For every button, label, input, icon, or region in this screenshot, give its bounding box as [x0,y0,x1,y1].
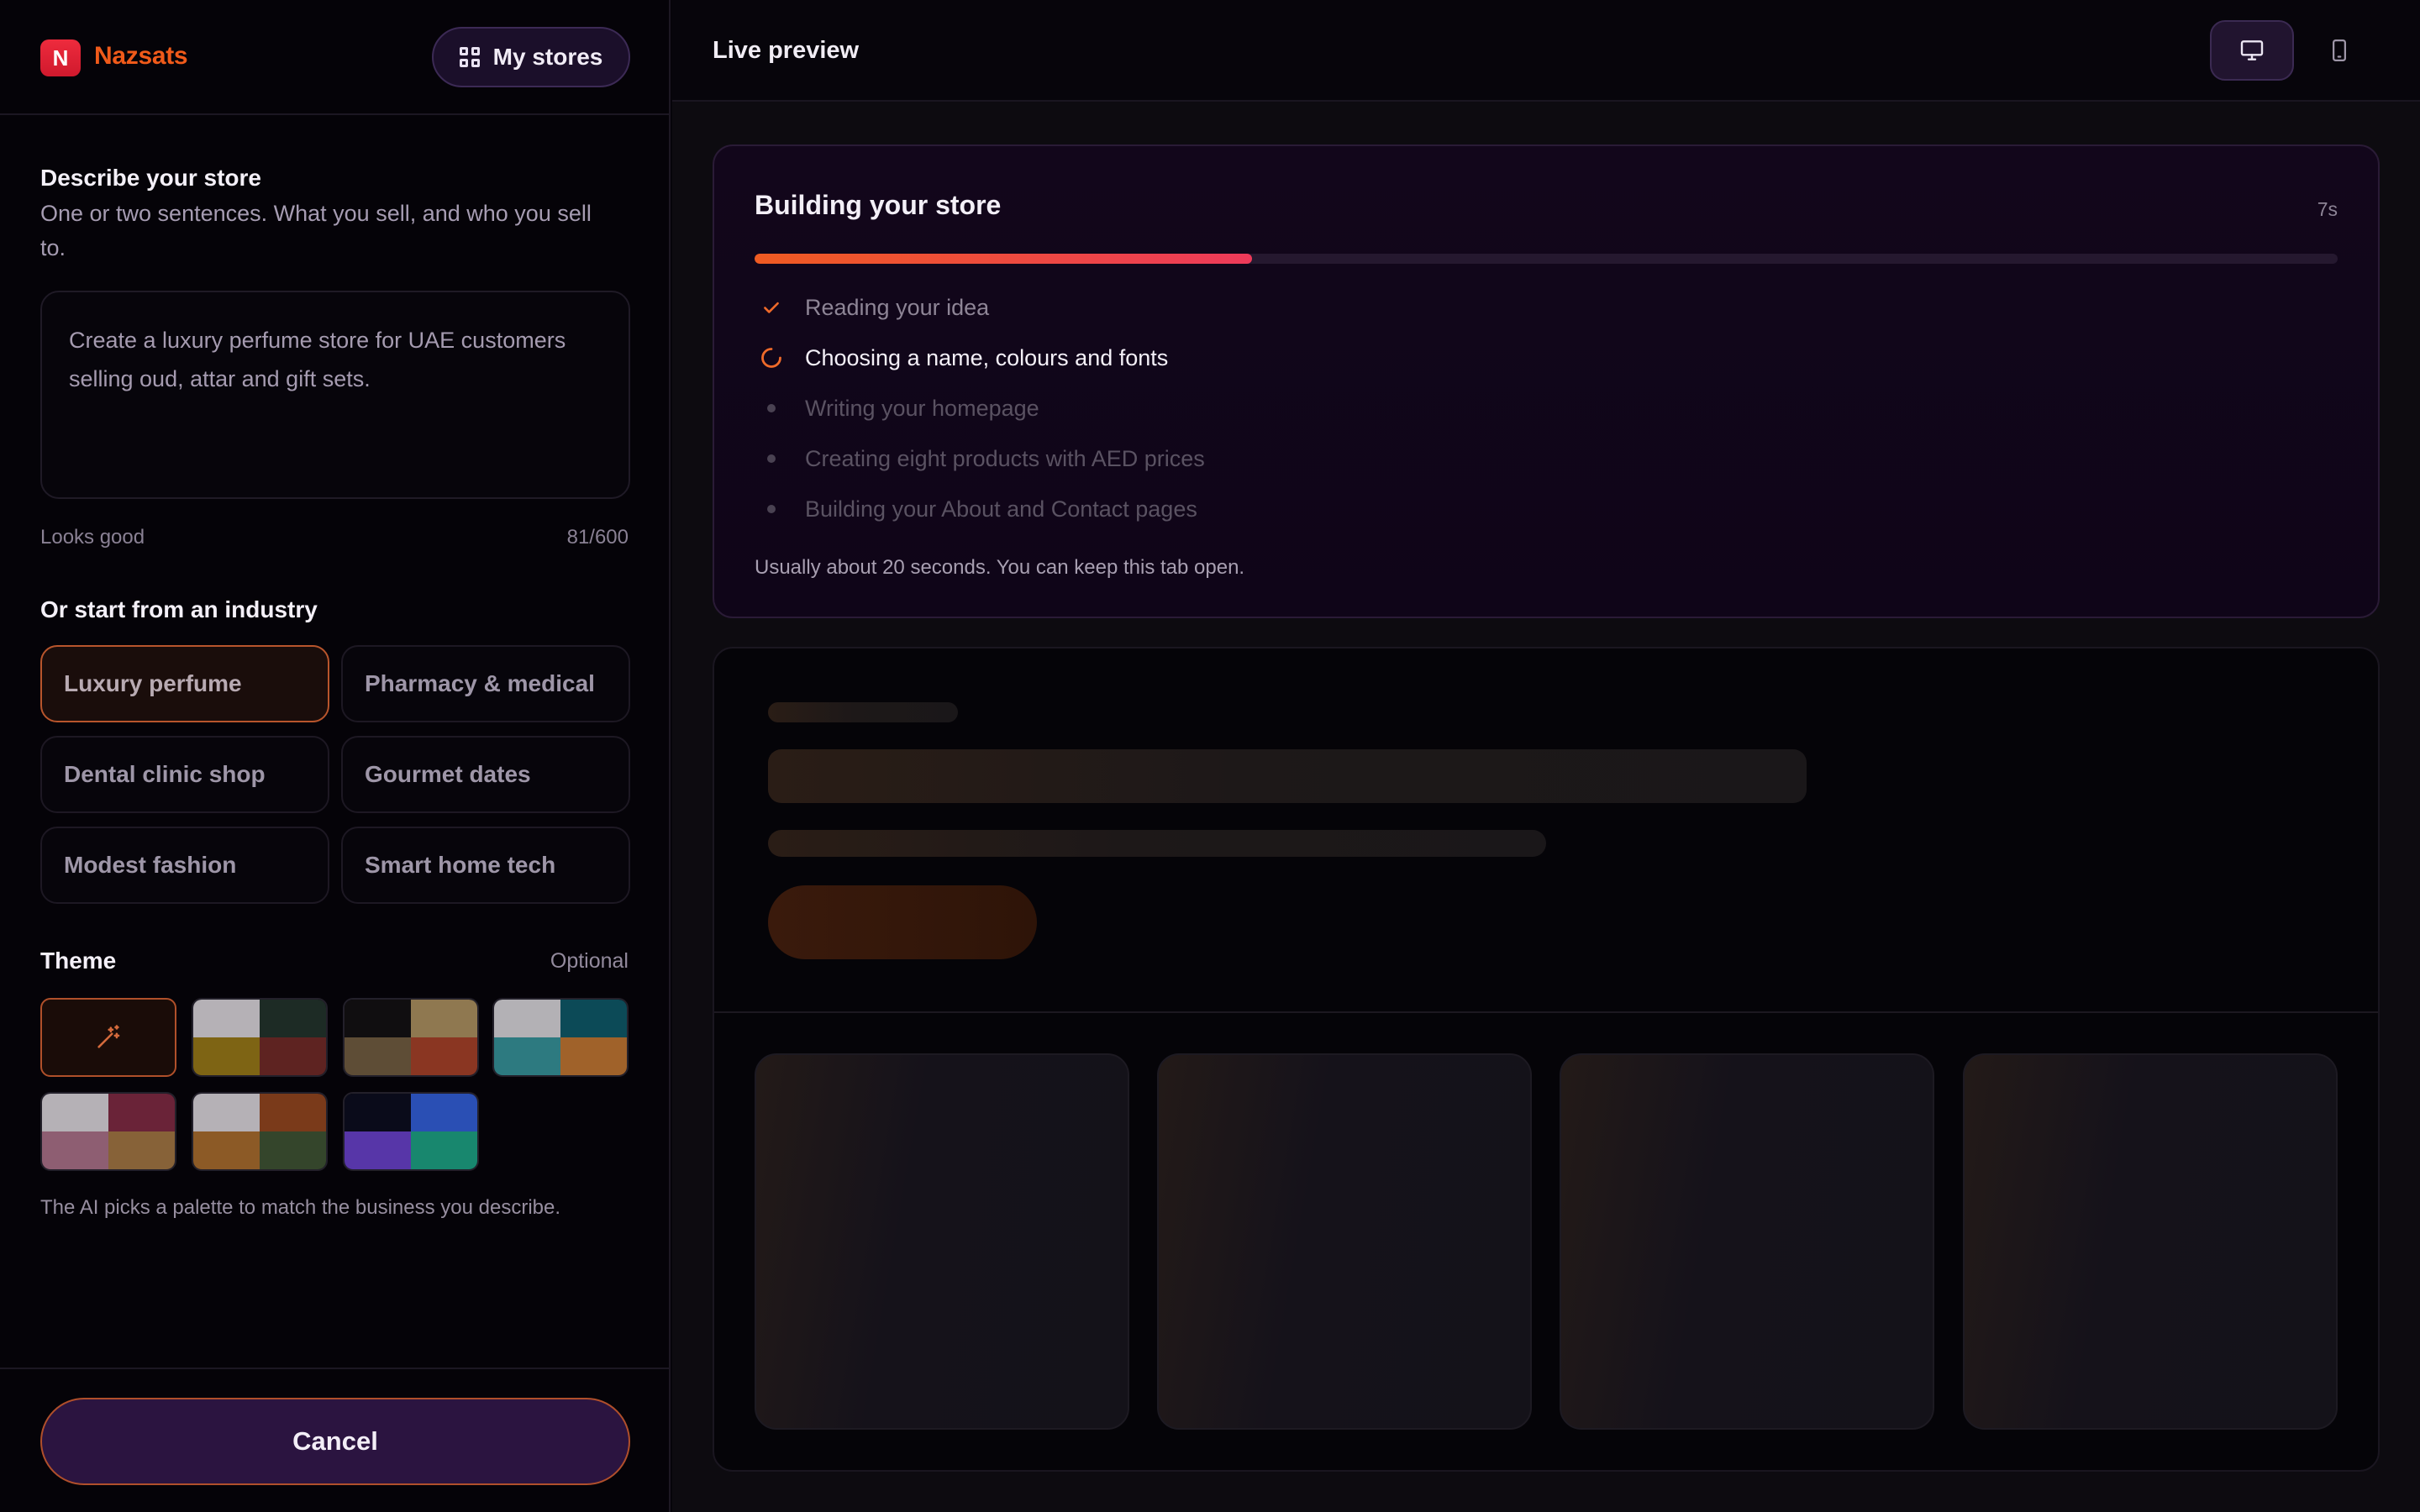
build-step-5: Building your About and Contact pages [755,492,1197,526]
palette-color [108,1094,175,1131]
my-stores-button[interactable]: My stores [432,27,630,87]
palette-color [494,1037,560,1075]
theme-note: The AI picks a palette to match the busi… [40,1196,561,1219]
palette-color [411,1000,477,1037]
logo-icon: N [40,39,81,76]
palette-color [260,1094,326,1131]
describe-title: Describe your store [40,165,261,191]
my-stores-label: My stores [492,44,603,70]
build-step-3-label: Writing your homepage [805,395,1039,421]
grid-icon [459,47,480,67]
magic-wand-icon [97,1025,120,1048]
palette-color [411,1037,477,1075]
palette-color [560,1000,627,1037]
industry-chip-modest-fashion[interactable]: Modest fashion [40,827,329,904]
skeleton-product-card [1560,1053,1934,1430]
industry-chip-smart-home-tech[interactable]: Smart home tech [341,827,630,904]
palette-color [108,1131,175,1169]
palette-color [260,1037,326,1075]
palette-color [260,1000,326,1037]
theme-auto-swatch[interactable] [40,998,176,1077]
build-step-1-label: Reading your idea [805,294,990,320]
palette-color [345,1131,411,1169]
palette-color [494,1000,560,1037]
palette-color [345,1037,411,1075]
sidebar: N Nazsats My stores Describe your store … [0,0,671,1512]
cancel-button[interactable]: Cancel [40,1398,630,1485]
store-description-input[interactable]: Create a luxury perfume store for UAE cu… [40,291,630,499]
skeleton-heading [768,749,1807,803]
pending-dot-icon [755,391,788,425]
palette-color [411,1131,477,1169]
pending-dot-icon [755,442,788,475]
industry-chip-luxury-perfume[interactable]: Luxury perfume [40,645,329,722]
build-progress-fill [755,254,1252,264]
industry-chip-gourmet-dates[interactable]: Gourmet dates [341,736,630,813]
skeleton-subheading [768,830,1546,857]
build-status-card: Building your store 7s Reading your idea… [713,144,2380,618]
palette-color [411,1094,477,1131]
industry-chip-pharmacy-medical[interactable]: Pharmacy & medical [341,645,630,722]
palette-color [193,1131,260,1169]
industry-title: Or start from an industry [40,596,318,622]
palette-color [193,1094,260,1131]
palette-color [345,1000,411,1037]
palette-color [42,1094,108,1131]
desktop-view-button[interactable] [2210,20,2294,81]
palette-color [193,1037,260,1075]
palette-color [560,1037,627,1075]
pending-dot-icon [755,492,788,526]
palette-color [260,1131,326,1169]
mobile-view-button[interactable] [2297,20,2381,81]
build-progress-bar [755,254,2338,264]
build-elapsed: 7s [2317,198,2338,220]
skeleton-eyebrow [768,702,958,722]
build-note: Usually about 20 seconds. You can keep t… [755,556,1245,579]
build-title: Building your store [755,190,1002,220]
validation-status: Looks good [40,526,145,549]
brand-bar: N Nazsats My stores [0,0,669,115]
build-step-2: Choosing a name, colours and fonts [755,341,1168,375]
build-step-2-label: Choosing a name, colours and fonts [805,344,1169,370]
skeleton-product-card [755,1053,1129,1430]
palette-color [193,1000,260,1037]
skeleton-product-card [1963,1053,2338,1430]
skeleton-cta [768,885,1037,959]
check-icon [755,291,788,324]
desktop-icon [2240,40,2264,60]
store-preview-skeleton [713,647,2380,1472]
preview-topbar: Live preview [672,0,2420,102]
hero-skeleton [714,648,2378,1013]
theme-palette-2[interactable] [343,998,479,1077]
describe-subtitle: One or two sentences. What you sell, and… [40,201,592,260]
build-step-5-label: Building your About and Contact pages [805,496,1197,522]
theme-palette-6[interactable] [343,1092,479,1171]
theme-palette-1[interactable] [192,998,328,1077]
palette-color [42,1131,108,1169]
brand-name: Nazsats [94,42,188,70]
theme-palette-4[interactable] [40,1092,176,1171]
theme-title: Theme [40,948,117,974]
theme-palette-3[interactable] [492,998,629,1077]
skeleton-product-card [1157,1053,1532,1430]
preview-panel: Live preview Building your store 7s Read… [672,0,2420,1512]
build-step-4: Creating eight products with AED prices [755,442,1205,475]
industry-chip-dental-clinic-shop[interactable]: Dental clinic shop [40,736,329,813]
build-step-3: Writing your homepage [755,391,1039,425]
char-counter: 81/600 [566,526,629,549]
build-step-4-label: Creating eight products with AED prices [805,445,1205,471]
build-step-1: Reading your idea [755,291,989,324]
theme-palette-5[interactable] [192,1092,328,1171]
app-root: N Nazsats My stores Describe your store … [0,0,2420,1512]
palette-color [345,1094,411,1131]
theme-optional-label: Optional [550,949,629,973]
mobile-icon [2333,39,2346,61]
spinner-icon [755,341,788,375]
live-preview-title: Live preview [713,37,860,64]
